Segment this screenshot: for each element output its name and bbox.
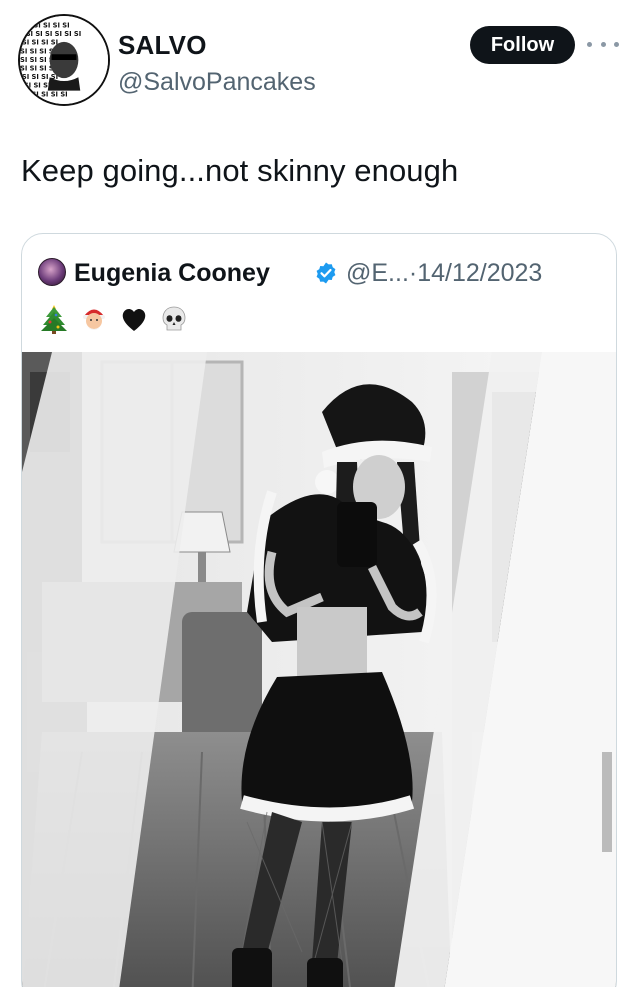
svg-text:SI SI SI SI: SI SI SI SI xyxy=(33,21,69,29)
dot xyxy=(600,41,606,47)
quoted-handle-date: @E...·14/12/2023 xyxy=(346,259,543,287)
black-heart-icon xyxy=(122,308,146,331)
mirror-selfie-photo xyxy=(22,352,616,987)
follow-button[interactable]: Follow xyxy=(470,26,575,64)
quoted-tweet[interactable]: Eugenia Cooney @E...·14/12/2023 xyxy=(21,233,617,987)
quoted-author-name: Eugenia Cooney xyxy=(74,259,270,287)
avatar-image: SI SI SI SI SI SI SI SI SI SI SI SI SI S… xyxy=(20,16,108,104)
svg-text:SI SI SI SI: SI SI SI SI xyxy=(31,90,67,98)
more-options-icon[interactable] xyxy=(587,36,619,52)
author-avatar[interactable]: SI SI SI SI SI SI SI SI SI SI SI SI SI S… xyxy=(18,14,110,106)
tweet-text: Keep going...not skinny enough xyxy=(21,153,459,188)
santa-icon xyxy=(83,309,105,330)
verified-badge-icon xyxy=(316,262,336,284)
tweet-header: SI SI SI SI SI SI SI SI SI SI SI SI SI S… xyxy=(0,0,636,120)
svg-text:SI SI SI SI: SI SI SI SI xyxy=(22,39,58,47)
christmas-tree-icon xyxy=(41,305,67,334)
author-handle[interactable]: @SalvoPancakes xyxy=(118,68,316,97)
dot xyxy=(614,41,619,47)
author-name[interactable]: SALVO xyxy=(118,30,207,61)
emoji-row xyxy=(38,302,190,336)
skull-icon xyxy=(162,306,186,331)
quoted-author-avatar[interactable] xyxy=(38,258,66,286)
quoted-media-photo[interactable] xyxy=(22,352,616,987)
dot xyxy=(587,41,592,47)
svg-text:SI SI SI SI SI SI: SI SI SI SI SI SI xyxy=(26,30,81,38)
